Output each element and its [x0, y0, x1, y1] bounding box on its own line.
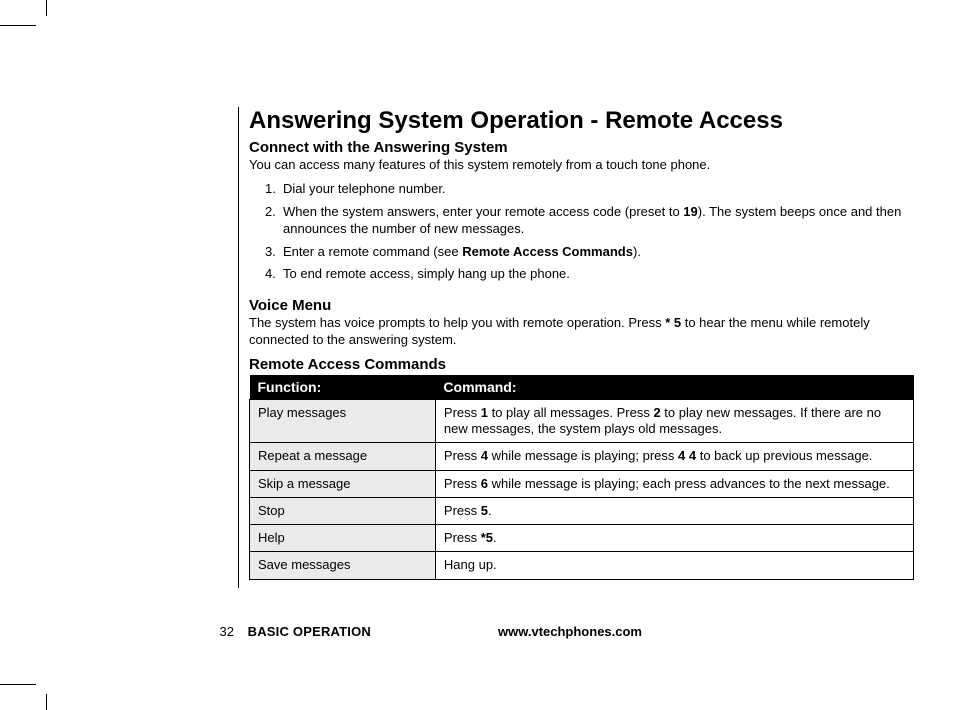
page-frame: Answering System Operation - Remote Acce…: [46, 25, 954, 685]
steps-list: Dial your telephone number. When the sys…: [249, 181, 914, 283]
table-row: Repeat a messagePress 4 while message is…: [250, 443, 914, 470]
crop-mark: [46, 694, 47, 710]
connect-intro: You can access many features of this sys…: [249, 157, 914, 173]
function-cell: Help: [250, 525, 436, 552]
function-cell: Repeat a message: [250, 443, 436, 470]
step-bold: Remote Access Commands: [462, 244, 633, 259]
command-cell: Press 5.: [435, 497, 913, 524]
step-text: To end remote access, simply hang up the…: [283, 266, 570, 281]
crop-mark: [46, 0, 47, 16]
step-text: ).: [633, 244, 641, 259]
table-row: StopPress 5.: [250, 497, 914, 524]
table-header-function: Function:: [250, 375, 436, 400]
page-number: 32: [198, 624, 234, 639]
function-cell: Stop: [250, 497, 436, 524]
crop-mark: [0, 25, 36, 26]
function-cell: Save messages: [250, 552, 436, 579]
table-row: Play messagesPress 1 to play all message…: [250, 399, 914, 443]
table-row: HelpPress *5.: [250, 525, 914, 552]
voice-body: The system has voice prompts to help you…: [249, 315, 914, 348]
step-item: To end remote access, simply hang up the…: [265, 266, 914, 283]
footer-site: www.vtechphones.com: [498, 624, 642, 639]
voice-bold: * 5: [665, 315, 681, 330]
section-heading-commands: Remote Access Commands: [249, 356, 914, 373]
function-cell: Play messages: [250, 399, 436, 443]
page-title: Answering System Operation - Remote Acce…: [249, 107, 914, 135]
table-row: Save messagesHang up.: [250, 552, 914, 579]
page-footer: 32 BASIC OPERATION www.vtechphones.com: [198, 624, 914, 639]
step-item: When the system answers, enter your remo…: [265, 204, 914, 238]
command-cell: Press 1 to play all messages. Press 2 to…: [435, 399, 913, 443]
command-cell: Press 4 while message is playing; press …: [435, 443, 913, 470]
content-column: Answering System Operation - Remote Acce…: [238, 107, 914, 588]
step-item: Enter a remote command (see Remote Acces…: [265, 244, 914, 261]
step-text: When the system answers, enter your remo…: [283, 204, 683, 219]
commands-table: Function: Command: Play messagesPress 1 …: [249, 375, 914, 580]
step-text: Enter a remote command (see: [283, 244, 462, 259]
step-text: Dial your telephone number.: [283, 181, 446, 196]
crop-mark: [0, 684, 36, 685]
command-cell: Press 6 while message is playing; each p…: [435, 470, 913, 497]
section-heading-connect: Connect with the Answering System: [249, 139, 914, 156]
table-header-command: Command:: [435, 375, 913, 400]
table-row: Skip a messagePress 6 while message is p…: [250, 470, 914, 497]
step-bold: 19: [683, 204, 697, 219]
voice-text: The system has voice prompts to help you…: [249, 315, 665, 330]
footer-section-label: BASIC OPERATION: [248, 624, 371, 639]
section-heading-voice: Voice Menu: [249, 297, 914, 314]
function-cell: Skip a message: [250, 470, 436, 497]
command-cell: Press *5.: [435, 525, 913, 552]
step-item: Dial your telephone number.: [265, 181, 914, 198]
command-cell: Hang up.: [435, 552, 913, 579]
